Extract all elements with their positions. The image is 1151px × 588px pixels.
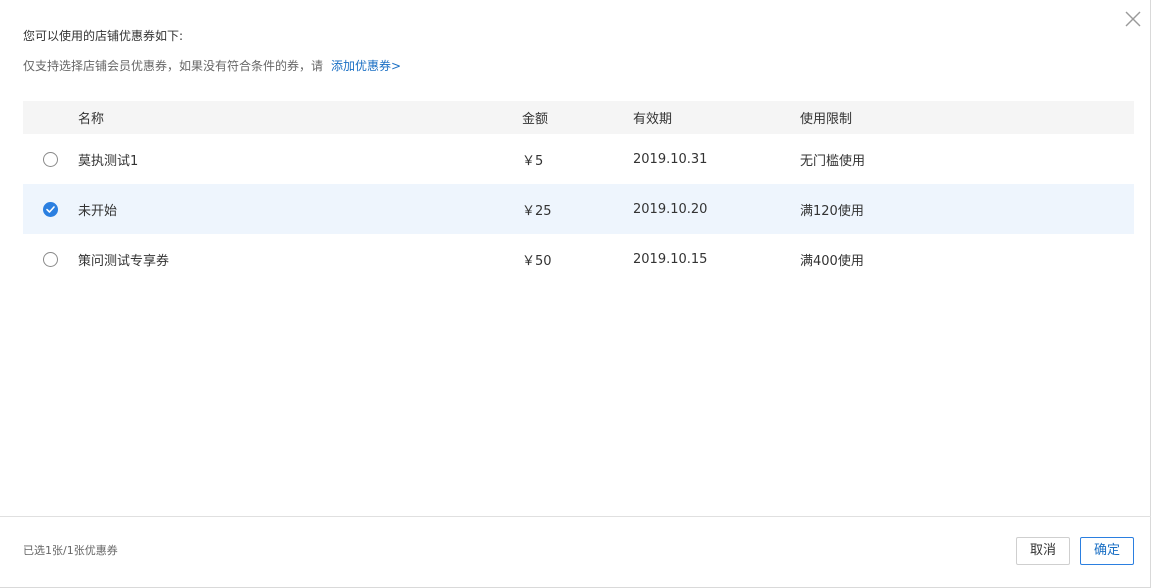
- coupon-limit: 无门槛使用: [800, 153, 866, 169]
- coupon-name: 莫执测试1: [78, 153, 139, 169]
- check-icon: [46, 205, 55, 213]
- intro-hint-text: 仅支持选择店铺会员优惠券，如果没有符合条件的券，请: [23, 59, 324, 73]
- coupon-limit: 满400使用: [800, 253, 864, 269]
- coupon-validity: 2019.10.31: [633, 151, 708, 167]
- intro-title: 您可以使用的店铺优惠券如下:: [23, 29, 184, 43]
- intro-hint: 仅支持选择店铺会员优惠券，如果没有符合条件的券，请 添加优惠券>: [23, 58, 401, 74]
- selected-count: 已选1张/1张优惠券: [23, 544, 118, 557]
- header-name: 名称: [78, 112, 105, 127]
- coupon-amount: ￥25: [522, 203, 552, 219]
- coupon-amount: ￥5: [522, 153, 544, 169]
- header-amount: 金额: [522, 112, 549, 127]
- header-limit: 使用限制: [800, 112, 853, 127]
- coupon-name: 策问测试专享券: [78, 253, 170, 269]
- coupon-validity: 2019.10.20: [633, 201, 708, 217]
- coupon-name: 未开始: [78, 203, 118, 219]
- add-coupon-link[interactable]: 添加优惠券>: [331, 59, 401, 73]
- coupon-select-dialog: 您可以使用的店铺优惠券如下: 仅支持选择店铺会员优惠券，如果没有符合条件的券，请…: [0, 0, 1151, 588]
- table-row[interactable]: 策问测试专享券 ￥50 2019.10.15 满400使用: [23, 234, 1134, 284]
- row-radio[interactable]: [43, 201, 58, 217]
- close-icon: [1125, 11, 1141, 27]
- row-radio[interactable]: [43, 251, 58, 267]
- coupon-validity: 2019.10.15: [633, 251, 708, 267]
- table-row[interactable]: 未开始 ￥25 2019.10.20 满120使用: [23, 184, 1134, 234]
- coupon-amount: ￥50: [522, 253, 552, 269]
- table-row[interactable]: 莫执测试1 ￥5 2019.10.31 无门槛使用: [23, 134, 1134, 184]
- row-radio[interactable]: [43, 151, 58, 167]
- coupon-limit: 满120使用: [800, 203, 864, 219]
- cancel-button[interactable]: 取消: [1016, 537, 1070, 565]
- footer-divider: [0, 516, 1151, 517]
- header-validity: 有效期: [633, 112, 673, 127]
- coupon-table: 名称 金额 有效期 使用限制 莫执测试1 ￥5 2019.10.31 无门槛使用…: [23, 101, 1134, 284]
- confirm-button[interactable]: 确定: [1080, 537, 1134, 565]
- table-header: 名称 金额 有效期 使用限制: [23, 101, 1134, 134]
- close-button[interactable]: [1123, 9, 1143, 29]
